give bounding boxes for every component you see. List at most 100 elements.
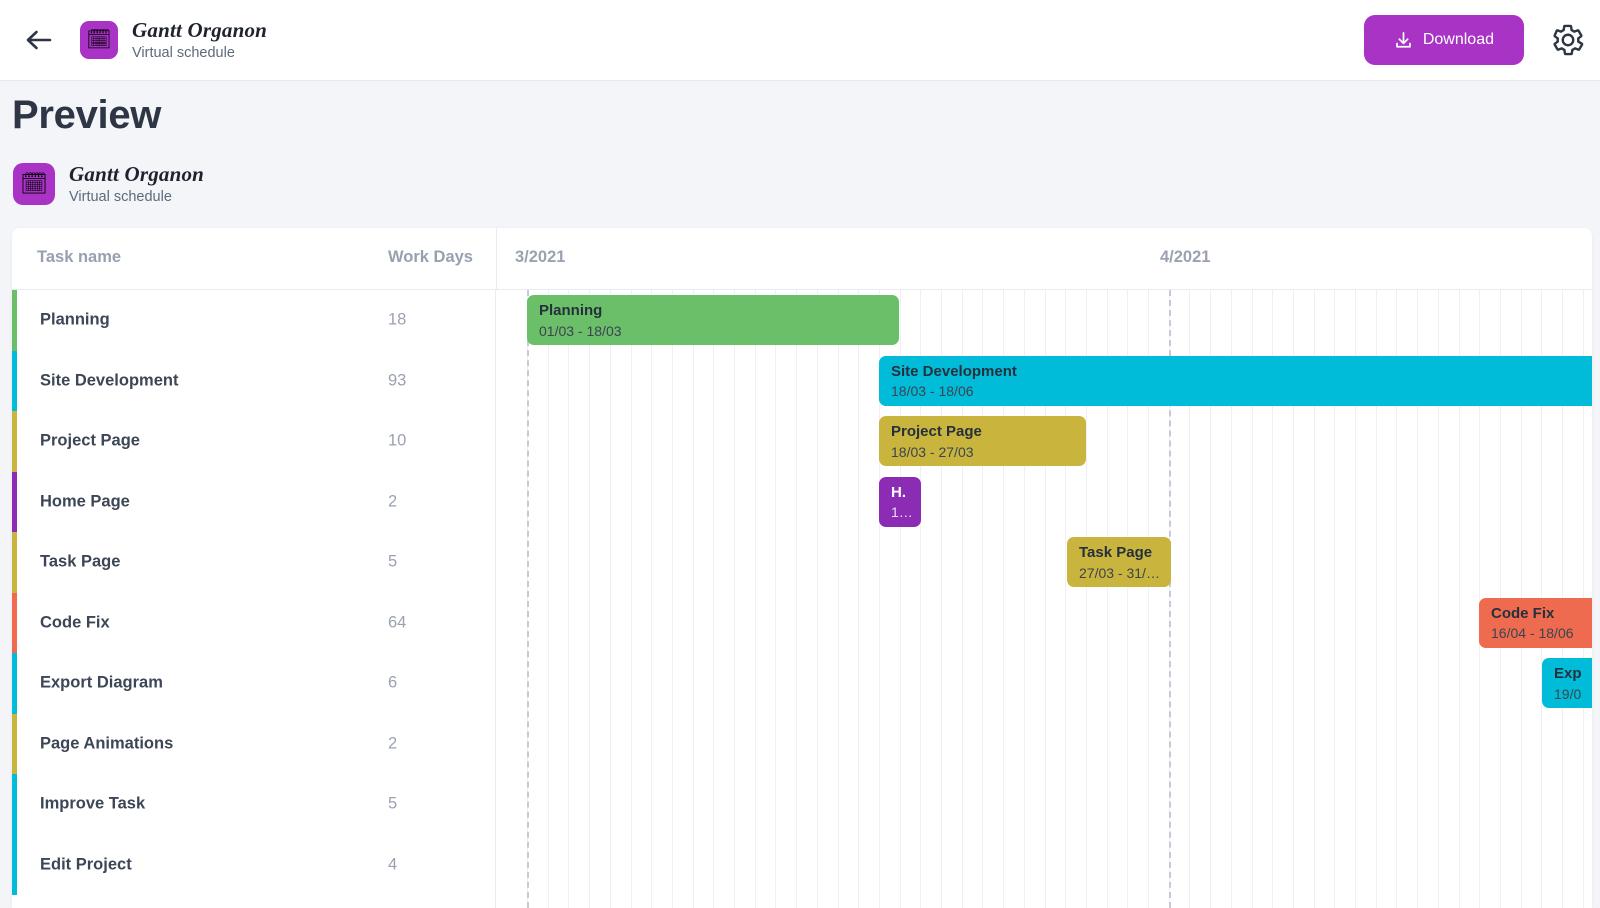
grid-day-line (589, 290, 591, 908)
gantt-bar-title: Site Development (891, 362, 1017, 380)
row-accent-bar (12, 532, 17, 593)
table-row[interactable]: Site Development 93 (12, 350, 495, 411)
grid-day-line (754, 290, 756, 908)
row-accent-bar (12, 774, 17, 835)
work-days-cell: 10 (388, 431, 407, 450)
gantt-bar[interactable]: Code Fix 16/04 - 18/06 (1479, 597, 1592, 648)
gantt-bar-title: Code Fix (1491, 604, 1555, 622)
preview-project-subtitle: Virtual schedule (69, 189, 172, 206)
grid-day-line (568, 290, 570, 908)
grid-day-line (734, 290, 735, 908)
grid-day-line (671, 290, 673, 908)
calendar-icon: 🗓 (80, 21, 118, 59)
table-row[interactable]: Export Diagram 6 (12, 653, 495, 714)
grid-day-line (609, 290, 611, 908)
table-row[interactable]: Task Page 5 (12, 532, 495, 593)
table-row[interactable]: Edit Project 4 (12, 834, 495, 895)
task-name-cell: Planning (40, 310, 110, 329)
task-name-cell: Edit Project (40, 855, 132, 874)
page-title: Preview (12, 93, 162, 137)
month-label-1: 3/2021 (515, 248, 566, 266)
column-header-task-name: Task name (37, 248, 122, 266)
grid-day-line (651, 290, 653, 908)
app-header: 🗓 Gantt Organon Virtual schedule Downloa… (0, 0, 1600, 81)
gantt-bar-title: H. (891, 483, 906, 501)
grid-day-line (858, 290, 860, 908)
download-button[interactable]: Download (1363, 15, 1524, 65)
work-days-cell: 5 (388, 794, 398, 813)
preview-project-title: Gantt Organon (69, 162, 205, 186)
header-actions: Download (1363, 15, 1600, 65)
header-project-title: Gantt Organon (132, 17, 268, 42)
gantt-bar-dates: 19/0 (1554, 685, 1582, 702)
gantt-bar-dates: 18/03 - 18/06 (891, 383, 974, 400)
grid-day-line (692, 290, 694, 908)
grid-day-line (816, 290, 818, 908)
settings-button[interactable] (1546, 18, 1590, 62)
gantt-bar-dates: 18/03 - 27/03 (891, 443, 974, 460)
gantt-bar-title: Task Page (1079, 544, 1153, 561)
work-days-cell: 93 (388, 371, 407, 390)
task-name-cell: Task Page (40, 552, 121, 571)
gear-icon (1553, 24, 1584, 56)
row-accent-bar (12, 713, 17, 774)
work-days-cell: 64 (388, 613, 407, 632)
gantt-bar[interactable]: Site Development 18/03 - 18/06 (879, 355, 1592, 406)
gantt-bar[interactable]: H. 1… (879, 476, 921, 527)
row-accent-bar (12, 592, 17, 653)
work-days-cell: 2 (388, 734, 398, 753)
grid-day-line (547, 290, 549, 908)
gantt-header-row: Task name Work Days 3/2021 4/2021 (12, 228, 1592, 290)
month-boundary-line-1 (527, 290, 529, 908)
gantt-bar-title: Exp (1554, 665, 1582, 682)
task-name-cell: Improve Task (40, 794, 146, 813)
grid-day-line (713, 290, 715, 908)
work-days-cell: 2 (388, 492, 398, 511)
work-days-cell: 4 (388, 855, 398, 874)
row-accent-bar (12, 653, 17, 714)
calendar-icon: 🗓 (13, 163, 55, 206)
header-project-subtitle: Virtual schedule (132, 45, 235, 62)
preview-project-text: Gantt Organon Virtual schedule (69, 162, 205, 206)
work-days-cell: 5 (388, 552, 398, 571)
row-accent-bar (12, 290, 17, 351)
table-row[interactable]: Project Page 10 (12, 411, 495, 472)
task-name-cell: Project Page (40, 431, 140, 450)
task-name-cell: Code Fix (40, 613, 110, 632)
gantt-bar[interactable]: Project Page 18/03 - 27/03 (879, 416, 1086, 466)
table-row[interactable]: Improve Task 5 (12, 774, 495, 835)
row-accent-bar (12, 350, 17, 411)
row-accent-bar (12, 471, 17, 532)
task-name-cell: Site Development (40, 371, 179, 390)
download-button-label: Download (1422, 31, 1494, 48)
gantt-bar-title: Project Page (891, 423, 982, 440)
gantt-bar-dates: 16/04 - 18/06 (1491, 625, 1574, 642)
table-row[interactable]: Code Fix 64 (12, 592, 495, 653)
header-project-block: 🗓 Gantt Organon Virtual schedule (80, 17, 268, 62)
task-name-cell: Export Diagram (40, 673, 163, 692)
preview-project-block: 🗓 Gantt Organon Virtual schedule (13, 162, 205, 206)
gantt-chart: Task name Work Days 3/2021 4/2021 Plannin… (12, 228, 1592, 908)
gantt-bar[interactable]: Planning 01/03 - 18/03 (527, 295, 899, 345)
gantt-bar-dates: 1… (891, 504, 913, 521)
table-row[interactable]: Page Animations 2 (12, 713, 495, 774)
gantt-bar[interactable]: Exp 19/0 (1542, 658, 1592, 708)
download-icon (1396, 31, 1411, 48)
grid-day-line (775, 290, 777, 908)
row-accent-bar (12, 834, 17, 895)
timeline-area[interactable]: Planning 01/03 - 18/03 Site Development 18/… (497, 290, 1592, 908)
calendar-glyph: 🗓 (86, 29, 112, 51)
row-accent-bar (12, 411, 17, 472)
table-row[interactable]: Home Page 2 (12, 471, 495, 532)
gantt-bar[interactable]: Task Page 27/03 - 31/… (1067, 537, 1171, 587)
task-name-cell: Page Animations (40, 734, 174, 753)
arrow-left-icon (26, 30, 52, 50)
back-button[interactable] (16, 17, 62, 63)
task-name-cell: Home Page (40, 492, 130, 511)
task-list: Planning 18 Site Development 93 Project Page… (12, 290, 496, 908)
table-row[interactable]: Planning 18 (12, 290, 495, 351)
grid-day-line (796, 290, 798, 908)
work-days-cell: 6 (388, 673, 398, 692)
column-header-work-days: Work Days (388, 248, 473, 266)
grid-day-line (837, 290, 839, 908)
